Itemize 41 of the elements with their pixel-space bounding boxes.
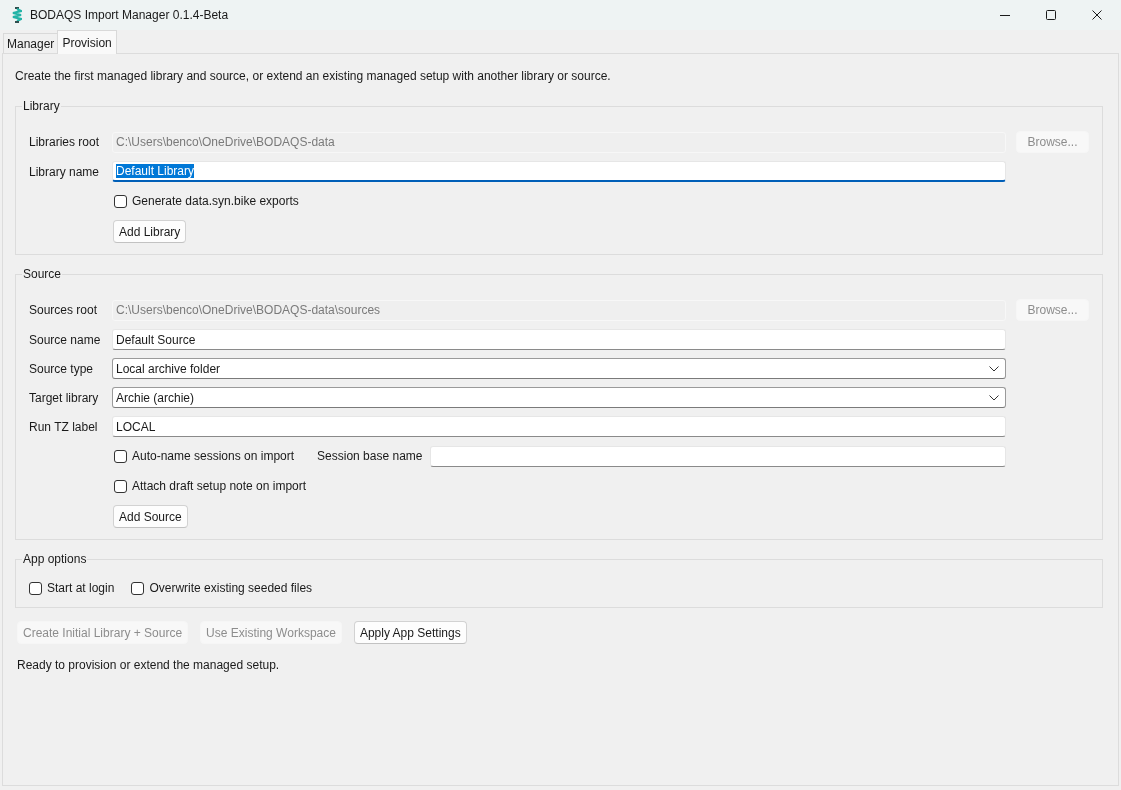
text-field[interactable]: [430, 445, 1006, 467]
action-button[interactable]: Apply App Settings: [353, 621, 467, 644]
chevron-down-icon: [989, 394, 999, 401]
dropdown[interactable]: Archie (archie): [112, 387, 1006, 408]
field-label: Run TZ label: [29, 419, 98, 434]
chevron-down-icon: [989, 365, 999, 372]
field-label: Sources root: [29, 303, 98, 317]
checkbox-label[interactable]: Generate data.syn.bike exports: [132, 194, 299, 208]
checkbox-label[interactable]: Start at login: [47, 581, 115, 595]
checkbox[interactable]: [114, 449, 127, 463]
field-label: Source type: [29, 361, 94, 376]
checkbox-label[interactable]: Attach draft setup note on import: [132, 479, 307, 493]
checkbox-label[interactable]: Overwrite existing seeded files: [149, 581, 313, 595]
text-field[interactable]: LOCAL: [112, 416, 1006, 437]
tab[interactable]: Manager: [3, 33, 59, 53]
checkbox-label[interactable]: Auto-name sessions on import: [132, 449, 295, 463]
text-field[interactable]: Default Library: [112, 161, 1006, 182]
group-title: App options: [22, 552, 88, 566]
checkbox[interactable]: [131, 581, 145, 595]
minimize-icon: [1000, 14, 1010, 16]
close-icon: [1092, 10, 1102, 20]
checkbox[interactable]: [114, 194, 127, 208]
field-label: Libraries root: [29, 135, 100, 149]
coil-icon: [12, 7, 22, 23]
action-button[interactable]: Add Source: [113, 505, 188, 528]
field-label: Library name: [29, 164, 100, 179]
intro-text: Create the first managed library and source, or extend an existing managed setup with another library or source.: [15, 69, 611, 83]
group-title: Library: [22, 99, 61, 113]
checkbox[interactable]: [114, 479, 127, 493]
action-button[interactable]: Add Library: [113, 220, 187, 243]
window-title: BODAQS Import Manager 0.1.4-Beta: [30, 8, 229, 22]
tab[interactable]: Provision: [57, 30, 117, 54]
field-label: Source name: [29, 332, 101, 347]
maximize-icon: [1046, 10, 1056, 20]
field-label: Session base name: [317, 449, 423, 463]
text-field[interactable]: Default Source: [112, 329, 1006, 350]
checkbox[interactable]: [29, 581, 42, 595]
group-title: Source: [22, 267, 63, 281]
field-label: Target library: [29, 390, 99, 405]
status-text: Ready to provision or extend the managed setup.: [17, 658, 280, 672]
dropdown[interactable]: Local archive folder: [112, 358, 1006, 379]
